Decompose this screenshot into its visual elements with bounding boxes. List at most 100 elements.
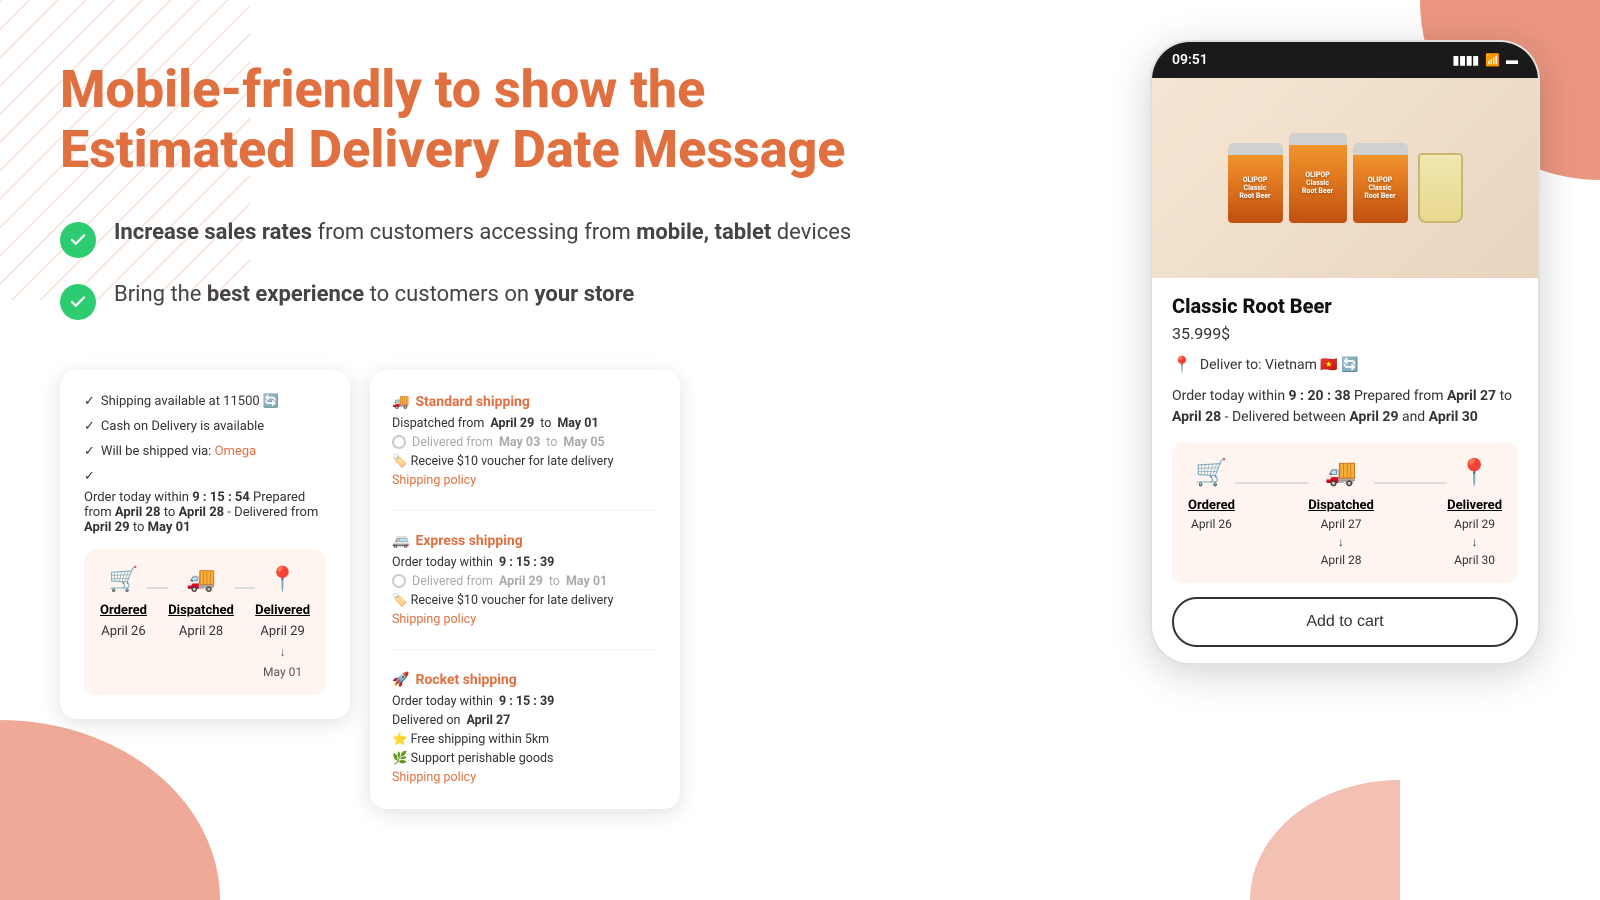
phone-status-bar: 09:51 ▮▮▮▮ 📶 ▬: [1152, 42, 1538, 78]
phone-dispatched-arrow: ↓: [1338, 535, 1344, 549]
timeline-step-dispatched: 🚚 Dispatched April 28: [168, 565, 234, 639]
check-mark-3: ✓: [84, 444, 95, 459]
add-to-cart-button[interactable]: Add to cart: [1172, 597, 1518, 647]
standard-policy-link[interactable]: Shipping policy: [392, 473, 658, 488]
timeline-step-delivered: 📍 Delivered April 29 ↓ May 01: [255, 565, 310, 679]
can-label-3: OLIPOPClassicRoot Beer: [1364, 176, 1395, 200]
delivered-date-arrow: ↓: [280, 645, 286, 659]
phone-dispatched-date-2: April 28: [1321, 553, 1362, 567]
rocket-title-text: Rocket shipping: [415, 672, 516, 688]
ordered-date: April 26: [101, 624, 145, 639]
express-voucher: 🏷️ Receive $10 voucher for late delivery: [392, 593, 658, 608]
signal-bars-icon: ▮▮▮▮: [1453, 53, 1479, 67]
check-mark-2: ✓: [84, 419, 95, 434]
cod-line: ✓ Cash on Delivery is available: [84, 419, 326, 434]
express-icon: 🚐: [392, 533, 409, 549]
standard-dispatch-detail: Dispatched from April 29 to May 01: [392, 416, 658, 431]
shipping-available-text: Shipping available at 11500 🔄: [101, 394, 279, 409]
dispatched-date: April 28: [179, 624, 223, 639]
delivered-label: Delivered: [255, 603, 310, 618]
phone-delivered-date-1: April 29: [1454, 517, 1495, 531]
cod-text: Cash on Delivery is available: [101, 419, 264, 434]
standard-delivered-detail: Delivered from May 03 to May 05: [392, 435, 658, 450]
product-price: 35.999$: [1172, 324, 1518, 343]
timeline-steps: 🛒 Ordered April 26 🚚 Dispatched April 28…: [100, 565, 310, 679]
feature-list: Increase sales rates from customers acce…: [60, 220, 880, 320]
deliver-to-text: Deliver to: Vietnam 🇻🇳 🔄: [1200, 357, 1359, 373]
cart-icon: 🛒: [109, 565, 139, 593]
beer-can-1: OLIPOPClassicRoot Beer: [1228, 143, 1283, 223]
phone-connector-1: [1235, 482, 1308, 484]
status-icons: ▮▮▮▮ 📶 ▬: [1453, 53, 1518, 67]
express-title-text: Express shipping: [415, 533, 522, 549]
battery-icon: ▬: [1506, 53, 1518, 67]
wifi-icon: 📶: [1485, 53, 1500, 67]
standard-voucher: 🏷️ Receive $10 voucher for late delivery: [392, 454, 658, 469]
delivered-date-1: April 29: [260, 624, 304, 639]
timeline-section: 🛒 Ordered April 26 🚚 Dispatched April 28…: [84, 549, 326, 695]
phone-content: Classic Root Beer 35.999$ 📍 Deliver to: …: [1152, 278, 1538, 663]
timeline-step-ordered: 🛒 Ordered April 26: [100, 565, 147, 639]
standard-radio[interactable]: [392, 435, 406, 449]
phone-container: 09:51 ▮▮▮▮ 📶 ▬ OLIPOPClassicRoot Beer OL…: [1150, 40, 1540, 665]
rocket-support: 🌿 Support perishable goods: [392, 751, 658, 766]
order-today-text: Order today within 9 : 15 : 54 Prepared …: [84, 490, 326, 535]
dispatched-label: Dispatched: [168, 603, 234, 618]
location-pin-icon: 📍: [1172, 355, 1192, 374]
standard-title-text: Standard shipping: [415, 394, 529, 410]
beer-glass: [1418, 153, 1463, 223]
check-mark-1: ✓: [84, 394, 95, 409]
beer-can-3: OLIPOPClassicRoot Beer: [1353, 143, 1408, 223]
express-policy-link[interactable]: Shipping policy: [392, 612, 658, 627]
product-image: OLIPOPClassicRoot Beer OLIPOPClassicRoot…: [1152, 78, 1538, 278]
rocket-policy-link[interactable]: Shipping policy: [392, 770, 658, 785]
connector-2: [234, 587, 255, 589]
phone-step-ordered: 🛒 Ordered April 26: [1188, 458, 1235, 531]
shipped-via-line: ✓ Will be shipped via: Omega: [84, 444, 326, 459]
check-icon-2: [60, 284, 96, 320]
express-order-detail: Order today within 9 : 15 : 39: [392, 555, 658, 570]
rocket-delivered-detail: Delivered on April 27: [392, 713, 658, 728]
phone-truck-icon: 🚚: [1325, 458, 1357, 488]
widget-card-1: ✓ Shipping available at 11500 🔄 ✓ Cash o…: [60, 370, 350, 719]
phone-connector-2: [1374, 482, 1447, 484]
shipped-via-text: Will be shipped via: Omega: [101, 444, 256, 459]
bg-decoration-bottom-right: [1250, 780, 1400, 900]
phone-ordered-date: April 26: [1191, 517, 1232, 531]
phone-delivered-label: Delivered: [1447, 498, 1502, 513]
truck-icon: 🚚: [186, 565, 216, 593]
phone-dispatched-label: Dispatched: [1308, 498, 1374, 513]
main-title: Mobile-friendly to show the Estimated De…: [60, 60, 880, 180]
pin-icon: 📍: [268, 565, 298, 593]
beer-cans-illustration: OLIPOPClassicRoot Beer OLIPOPClassicRoot…: [1208, 113, 1483, 243]
omega-link[interactable]: Omega: [215, 444, 257, 459]
phone-pin-icon: 📍: [1458, 458, 1490, 488]
rocket-shipping-option: 🚀 Rocket shipping Order today within 9 :…: [392, 672, 658, 785]
can-label-2: OLIPOPClassicRoot Beer: [1302, 171, 1333, 195]
feature-item-1: Increase sales rates from customers acce…: [60, 220, 880, 258]
product-name: Classic Root Beer: [1172, 294, 1518, 318]
phone-step-delivered: 📍 Delivered April 29 ↓ April 30: [1447, 458, 1502, 567]
check-mark-4: ✓: [84, 469, 95, 484]
check-icon-1: [60, 222, 96, 258]
express-radio[interactable]: [392, 574, 406, 588]
feature-item-2: Bring the best experience to customers o…: [60, 282, 880, 320]
order-today-line: ✓ Order today within 9 : 15 : 54 Prepare…: [84, 469, 326, 535]
phone-cart-icon: 🛒: [1195, 458, 1227, 488]
delivered-date-2: May 01: [263, 665, 302, 679]
rocket-order-detail: Order today within 9 : 15 : 39: [392, 694, 658, 709]
standard-shipping-option: 🚚 Standard shipping Dispatched from Apri…: [392, 394, 658, 511]
phone-time: 09:51: [1172, 52, 1208, 68]
feature-text-2: Bring the best experience to customers o…: [114, 282, 634, 307]
phone-timeline: 🛒 Ordered April 26 🚚 Dispatched April 27…: [1172, 442, 1518, 583]
phone-delivered-arrow: ↓: [1472, 535, 1478, 549]
ordered-label: Ordered: [100, 603, 147, 618]
phone-ordered-label: Ordered: [1188, 498, 1235, 513]
standard-icon: 🚚: [392, 394, 409, 410]
phone-dispatched-date-1: April 27: [1321, 517, 1362, 531]
beer-can-2: OLIPOPClassicRoot Beer: [1289, 133, 1347, 223]
shipping-card: 🚚 Standard shipping Dispatched from Apri…: [370, 370, 680, 809]
rocket-free-shipping: ⭐ Free shipping within 5km: [392, 732, 658, 747]
phone-timeline-steps: 🛒 Ordered April 26 🚚 Dispatched April 27…: [1188, 458, 1502, 567]
standard-shipping-title: 🚚 Standard shipping: [392, 394, 658, 410]
